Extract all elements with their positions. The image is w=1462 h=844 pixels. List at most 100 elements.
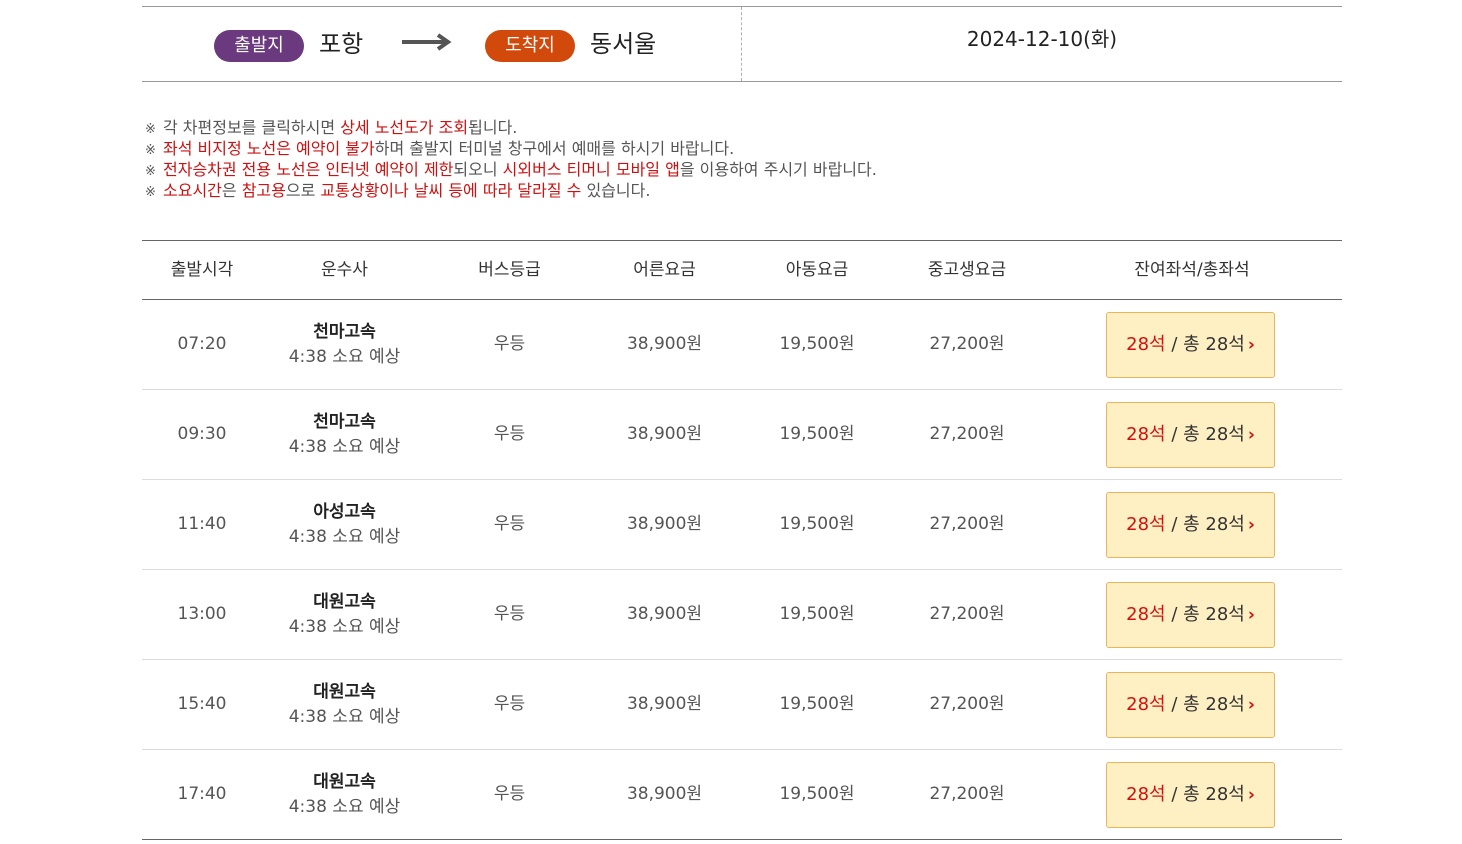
- notice-highlight: 소요시간: [163, 181, 222, 200]
- header-bus-grade: 버스등급: [478, 260, 541, 280]
- teen-fare: 27,200원: [929, 334, 1005, 354]
- chevron-right-icon: ›: [1247, 695, 1255, 715]
- notice-text: 은: [221, 181, 242, 200]
- company-name: 대원고속: [313, 592, 376, 612]
- schedule-table: 출발시각 운수사 버스등급 어른요금 아동요금 중고생요금 잔여좌석/총좌석 0…: [142, 240, 1342, 840]
- header-teen-fare: 중고생요금: [927, 260, 1007, 280]
- bus-grade: 우등: [493, 604, 526, 624]
- notice-text: 각 차편정보를 클릭하시면: [163, 118, 341, 137]
- chevron-right-icon: ›: [1247, 785, 1255, 805]
- company-name: 아성고속: [313, 502, 376, 522]
- adult-fare: 38,900원: [626, 604, 703, 624]
- adult-fare: 38,900원: [626, 424, 703, 444]
- notice-highlight: 참고용: [241, 181, 286, 200]
- total-seats: / 총 28석: [1165, 424, 1245, 445]
- notice-text: 됩니다.: [468, 118, 518, 137]
- bus-grade: 우등: [493, 514, 526, 534]
- child-fare: 19,500원: [779, 604, 855, 624]
- adult-fare: 38,900원: [626, 694, 703, 714]
- seat-select-button[interactable]: 28석 / 총 28석 ›: [1106, 312, 1275, 378]
- teen-fare: 27,200원: [929, 604, 1005, 624]
- company-info: 대원고속 4:38 소요 예상: [267, 680, 422, 730]
- table-row[interactable]: 11:40 아성고속 4:38 소요 예상 우등 38,900원 19,500원 27,20…: [142, 480, 1342, 570]
- company-name: 대원고속: [313, 682, 376, 702]
- adult-fare: 38,900원: [626, 784, 703, 804]
- notice-highlight: 시외버스 티머니 모바일 앱: [502, 160, 680, 179]
- notice-item: ※ 각 차편정보를 클릭하시면 상세 노선도가 조회됩니다.: [145, 117, 1335, 138]
- departure-city: 포항: [319, 30, 364, 58]
- company-info: 천마고속 4:38 소요 예상: [267, 320, 422, 370]
- route-cities: 출발지 포항 도착지 동서울: [142, 7, 742, 81]
- notice-text: 을 이용하여 주시기 바랍니다.: [679, 160, 877, 179]
- departure-time: 17:40: [177, 784, 227, 804]
- table-body: 07:20 천마고속 4:38 소요 예상 우등 38,900원 19,500원 27,20…: [142, 300, 1342, 840]
- bus-grade: 우등: [493, 784, 526, 804]
- company-name: 천마고속: [313, 322, 376, 342]
- notice-highlight: 전자승차권 전용 노선은 인터넷 예약이 제한: [163, 160, 454, 179]
- estimated-duration: 4:38 소요 예상: [288, 617, 401, 637]
- seat-select-button[interactable]: 28석 / 총 28석 ›: [1106, 492, 1275, 558]
- notice-item: ※ 좌석 비지정 노선은 예약이 불가하며 출발지 터미널 창구에서 예매를 하시…: [145, 138, 1335, 159]
- header-child-fare: 아동요금: [785, 260, 849, 280]
- company-name: 천마고속: [313, 412, 376, 432]
- notice-mark-icon: ※: [145, 185, 156, 200]
- bus-grade: 우등: [493, 334, 526, 354]
- table-row[interactable]: 07:20 천마고속 4:38 소요 예상 우등 38,900원 19,500원 27,20…: [142, 300, 1342, 390]
- chevron-right-icon: ›: [1247, 605, 1255, 625]
- departure-time: 15:40: [177, 694, 227, 714]
- seat-select-button[interactable]: 28석 / 총 28석 ›: [1106, 582, 1275, 648]
- notice-text: 으로: [285, 181, 321, 200]
- table-row[interactable]: 17:40 대원고속 4:38 소요 예상 우등 38,900원 19,500원 27,20…: [142, 750, 1342, 840]
- table-row[interactable]: 13:00 대원고속 4:38 소요 예상 우등 38,900원 19,500원 27,20…: [142, 570, 1342, 660]
- header-company: 운수사: [321, 260, 368, 280]
- bus-grade: 우등: [493, 694, 526, 714]
- total-seats: / 총 28석: [1165, 604, 1245, 625]
- chevron-right-icon: ›: [1247, 425, 1255, 445]
- child-fare: 19,500원: [779, 334, 855, 354]
- notice-highlight: 상세 노선도가 조회: [340, 118, 469, 137]
- child-fare: 19,500원: [779, 424, 855, 444]
- estimated-duration: 4:38 소요 예상: [288, 437, 401, 457]
- departure-time: 13:00: [177, 604, 227, 624]
- estimated-duration: 4:38 소요 예상: [288, 347, 401, 367]
- arrival-city: 동서울: [590, 30, 657, 58]
- chevron-right-icon: ›: [1247, 515, 1255, 535]
- departure-date: 2024-12-10(화): [966, 27, 1118, 51]
- table-row[interactable]: 09:30 천마고속 4:38 소요 예상 우등 38,900원 19,500원 27,20…: [142, 390, 1342, 480]
- adult-fare: 38,900원: [626, 334, 703, 354]
- notice-item: ※ 전자승차권 전용 노선은 인터넷 예약이 제한되오니 시외버스 티머니 모바일…: [145, 159, 1335, 180]
- seat-select-button[interactable]: 28석 / 총 28석 ›: [1106, 402, 1275, 468]
- header-seats: 잔여좌석/총좌석: [1134, 260, 1250, 280]
- child-fare: 19,500원: [779, 514, 855, 534]
- arrival-badge: 도착지: [485, 30, 575, 62]
- table-row[interactable]: 15:40 대원고속 4:38 소요 예상 우등 38,900원 19,500원 27,20…: [142, 660, 1342, 750]
- header-adult-fare: 어른요금: [633, 260, 696, 280]
- departure-time: 11:40: [177, 514, 227, 534]
- total-seats: / 총 28석: [1165, 514, 1245, 535]
- teen-fare: 27,200원: [929, 694, 1005, 714]
- notice-mark-icon: ※: [145, 143, 156, 158]
- company-name: 대원고속: [313, 772, 376, 792]
- remaining-seats: 28석: [1126, 334, 1166, 355]
- total-seats: / 총 28석: [1165, 334, 1245, 355]
- seat-select-button[interactable]: 28석 / 총 28석 ›: [1106, 672, 1275, 738]
- child-fare: 19,500원: [779, 784, 855, 804]
- teen-fare: 27,200원: [929, 424, 1005, 444]
- departure-time: 09:30: [177, 424, 227, 444]
- total-seats: / 총 28석: [1165, 784, 1245, 805]
- route-summary: 출발지 포항 도착지 동서울 2024-12-10(화): [142, 6, 1342, 82]
- remaining-seats: 28석: [1126, 424, 1166, 445]
- departure-badge: 출발지: [214, 30, 304, 62]
- notice-text: 하며 출발지 터미널 창구에서 예매를 하시기 바랍니다.: [374, 139, 735, 158]
- header-departure-time: 출발시각: [170, 260, 234, 280]
- estimated-duration: 4:38 소요 예상: [288, 797, 401, 817]
- teen-fare: 27,200원: [929, 514, 1005, 534]
- notice-text: 되오니: [453, 160, 503, 179]
- notice-mark-icon: ※: [145, 164, 156, 179]
- company-info: 아성고속 4:38 소요 예상: [267, 500, 422, 550]
- notice-mark-icon: ※: [145, 122, 156, 137]
- total-seats: / 총 28석: [1165, 694, 1245, 715]
- child-fare: 19,500원: [779, 694, 855, 714]
- company-info: 대원고속 4:38 소요 예상: [267, 770, 422, 820]
- seat-select-button[interactable]: 28석 / 총 28석 ›: [1106, 762, 1275, 828]
